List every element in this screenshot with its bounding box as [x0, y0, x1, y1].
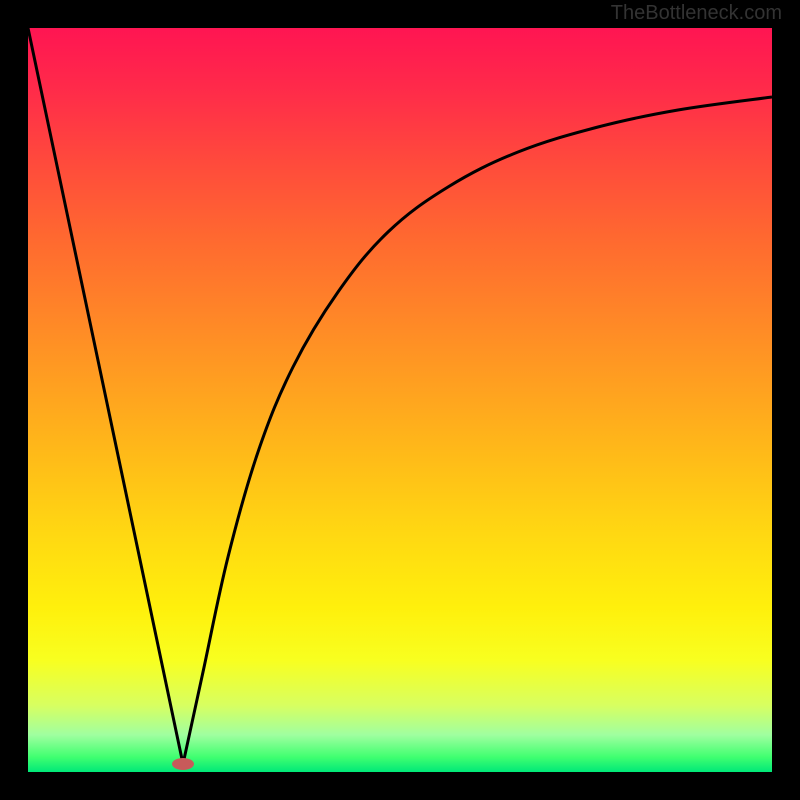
chart-curve	[28, 28, 772, 772]
watermark-text: TheBottleneck.com	[611, 2, 782, 25]
bottleneck-curve	[28, 28, 772, 764]
chart-container	[28, 28, 772, 772]
optimal-point-marker	[172, 758, 194, 770]
